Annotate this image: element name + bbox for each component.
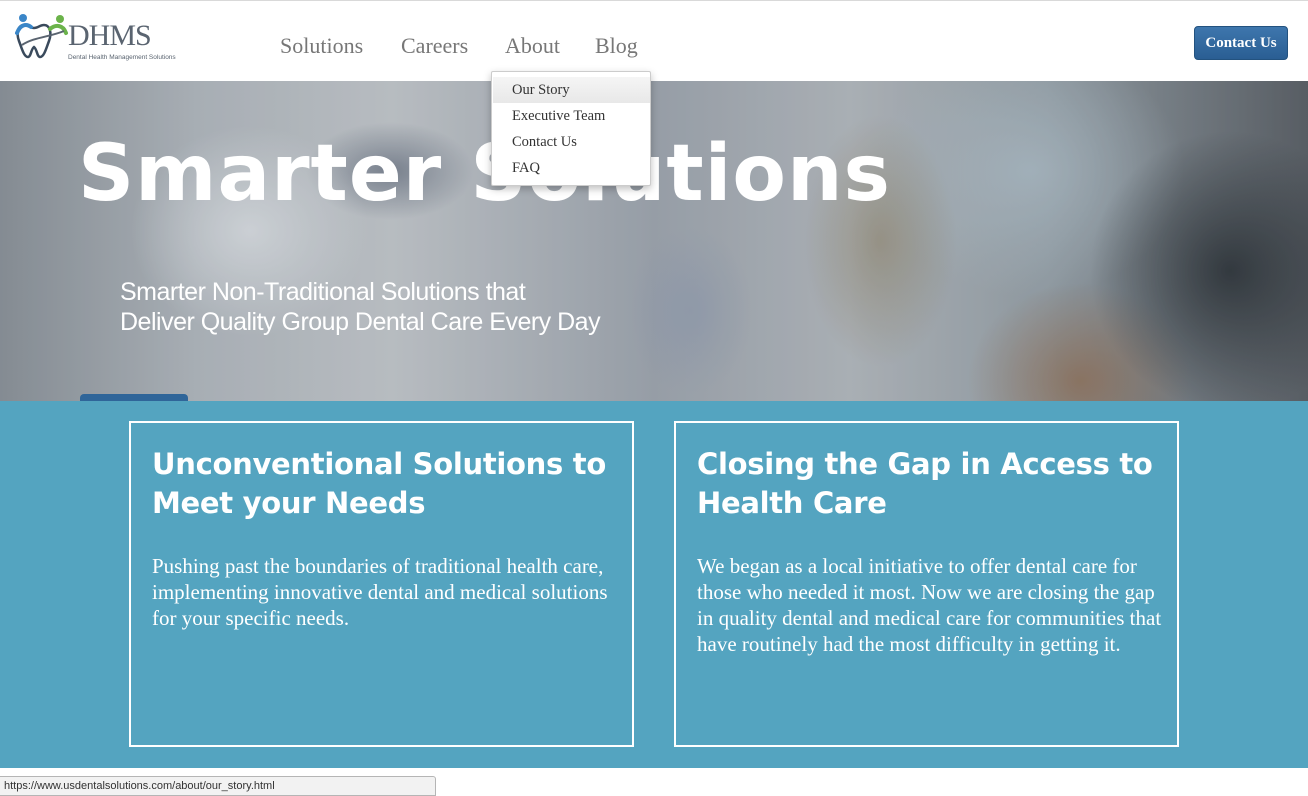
logo-wordmark: DHMS <box>68 19 152 52</box>
contact-us-button[interactable]: Contact Us <box>1194 26 1288 60</box>
dropdown-item-contact-us[interactable]: Contact Us <box>493 129 650 155</box>
info-card-unconventional: Unconventional Solutions to Meet your Ne… <box>129 421 634 747</box>
browser-status-bar: https://www.usdentalsolutions.com/about/… <box>0 776 436 796</box>
hero-subtitle-line-1: Smarter Non-Traditional Solutions that <box>120 278 526 306</box>
about-dropdown-menu: Our Story Executive Team Contact Us FAQ <box>491 71 651 186</box>
hero-banner: Smarter Solutions Smarter Non-Traditiona… <box>0 81 1308 401</box>
tooth-people-logo-icon <box>15 14 68 59</box>
nav-about[interactable]: About <box>505 32 560 60</box>
site-header: DHMS Dental Health Management Solutions … <box>0 0 1308 81</box>
dropdown-item-faq[interactable]: FAQ <box>493 155 650 181</box>
card-body: Pushing past the boundaries of tradition… <box>152 554 608 630</box>
info-section: Unconventional Solutions to Meet your Ne… <box>0 401 1308 768</box>
card-title: Closing the Gap in Access to Health Care <box>697 447 1153 520</box>
nav-careers[interactable]: Careers <box>401 32 468 60</box>
dropdown-item-executive-team[interactable]: Executive Team <box>493 103 650 129</box>
hero-subtitle-line-2: Deliver Quality Group Dental Care Every … <box>120 308 601 336</box>
logo-subtitle: Dental Health Management Solutions <box>68 54 176 61</box>
hero-cta-button[interactable] <box>80 394 188 401</box>
card-title: Unconventional Solutions to Meet your Ne… <box>152 447 606 520</box>
nav-solutions[interactable]: Solutions <box>280 32 363 60</box>
card-body: We began as a local initiative to offer … <box>697 554 1162 656</box>
info-card-closing-gap: Closing the Gap in Access to Health Care… <box>674 421 1179 747</box>
nav-blog[interactable]: Blog <box>595 32 638 60</box>
dropdown-item-our-story[interactable]: Our Story <box>493 77 650 103</box>
hero-subtitle: Smarter Non-Traditional Solutions that D… <box>120 277 601 337</box>
hero-title: Smarter Solutions <box>78 129 891 219</box>
dhms-logo[interactable]: DHMS Dental Health Management Solutions <box>14 11 176 67</box>
